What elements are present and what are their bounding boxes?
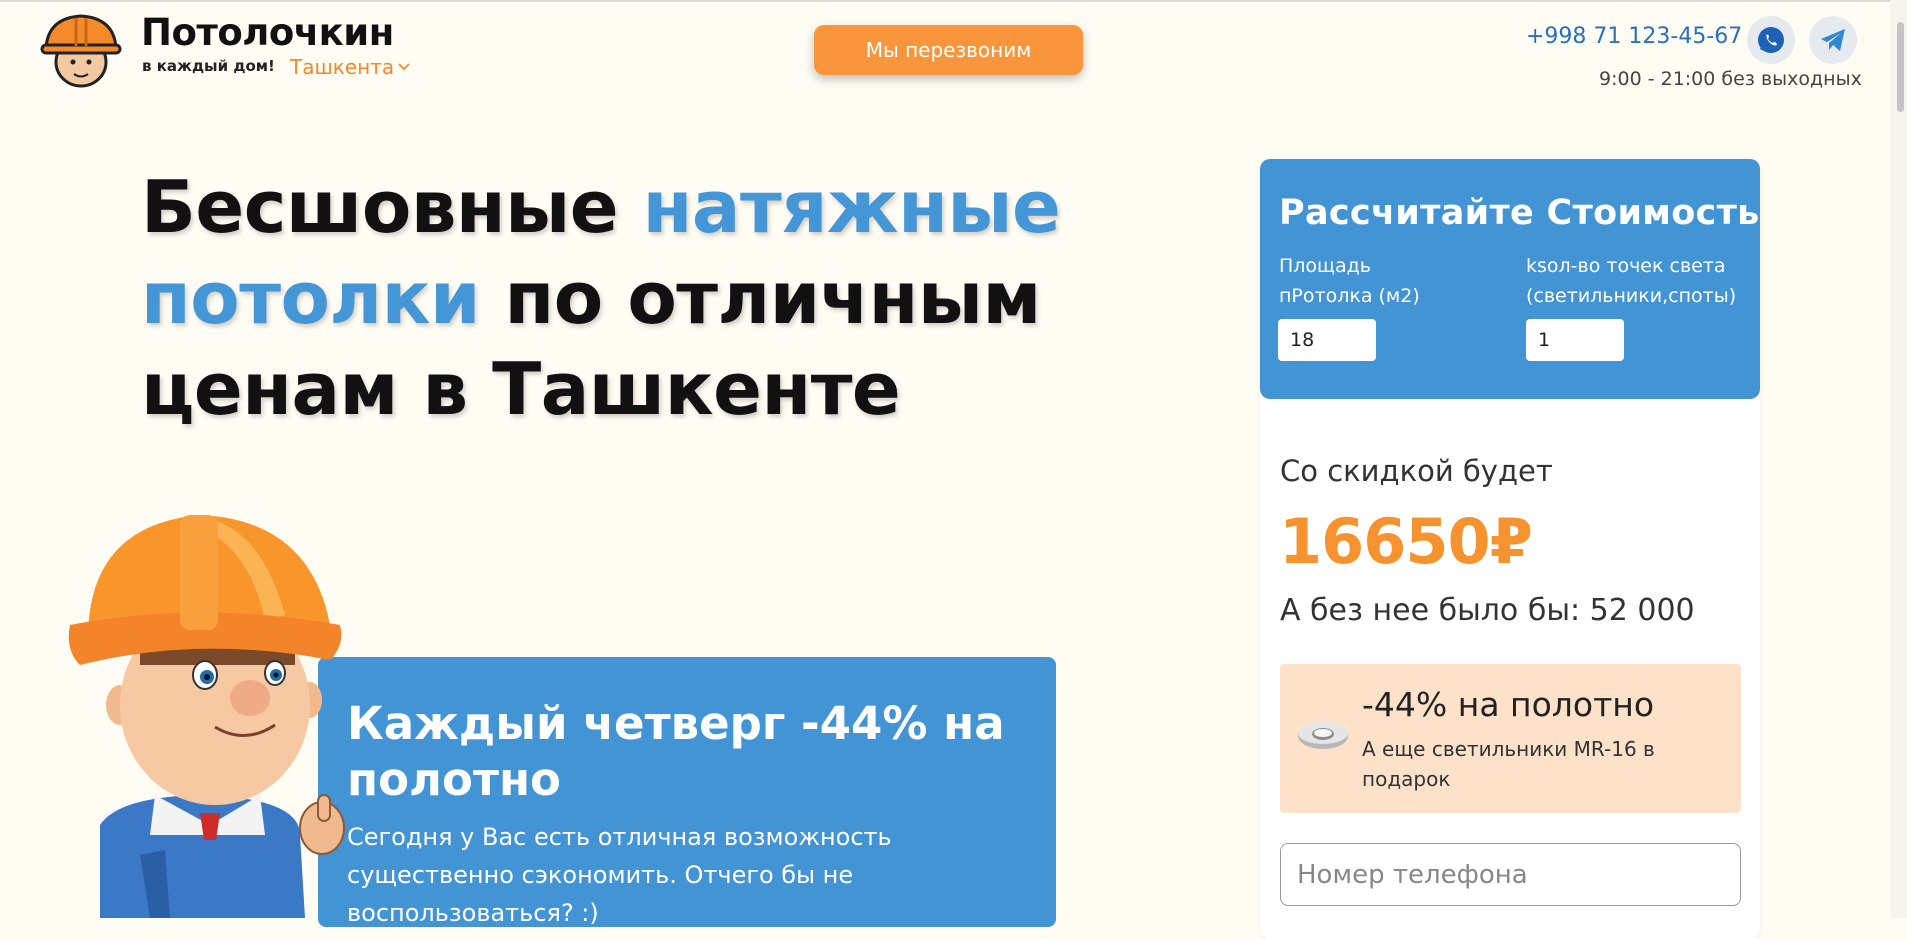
builder-mascot-illustration	[68, 515, 345, 918]
headline-part1: Бесшовные	[141, 165, 643, 249]
offer-title: -44% на полотно	[1362, 685, 1655, 724]
offer-text: А еще светильники MR-16 в подарок	[1362, 737, 1655, 791]
whatsapp-button[interactable]	[1747, 16, 1795, 64]
city-label: Ташкента	[290, 55, 395, 79]
telegram-icon	[1821, 29, 1845, 51]
original-price: А без нее было бы: 52 000	[1280, 593, 1695, 628]
scrollbar-track[interactable]	[1890, 0, 1907, 918]
callback-button[interactable]: Мы перезвоним	[814, 25, 1083, 75]
lights-label: ksол-во точек света (светильники,споты)	[1526, 255, 1737, 307]
lights-input[interactable]	[1526, 319, 1624, 361]
city-selector[interactable]: Ташкента	[290, 57, 410, 77]
phone-number-input[interactable]	[1280, 843, 1741, 906]
spotlight-icon	[1298, 722, 1348, 749]
top-divider	[0, 0, 1907, 2]
working-hours: 9:00 - 21:00 без выходных	[1599, 68, 1862, 90]
scrollbar-thumb[interactable]	[1897, 22, 1904, 112]
area-input[interactable]	[1278, 319, 1376, 361]
area-label: Площадь пРотолка (м2)	[1279, 255, 1420, 307]
mascot-logo-icon[interactable]	[38, 12, 124, 90]
brand-name[interactable]: Потолочкин	[141, 14, 394, 51]
chevron-down-icon	[398, 63, 410, 71]
promo-text: Сегодня у Вас есть отличная возможность …	[347, 823, 892, 927]
promo-title: Каждый четверг -44% на полотно	[347, 697, 1005, 806]
discounted-price: 16650₽	[1279, 505, 1533, 578]
telegram-button[interactable]	[1809, 16, 1857, 64]
whatsapp-icon	[1758, 27, 1784, 53]
brand-tagline: в каждый дом!	[142, 57, 275, 75]
discount-label: Со скидкой будет	[1280, 454, 1553, 488]
calculator-title: Рассчитайте Стоимость	[1279, 193, 1760, 233]
phone-link[interactable]: +998 71 123-45-67	[1526, 26, 1742, 48]
hero-headline: Бесшовные натяжные потолки по отличным ц…	[141, 162, 1101, 435]
